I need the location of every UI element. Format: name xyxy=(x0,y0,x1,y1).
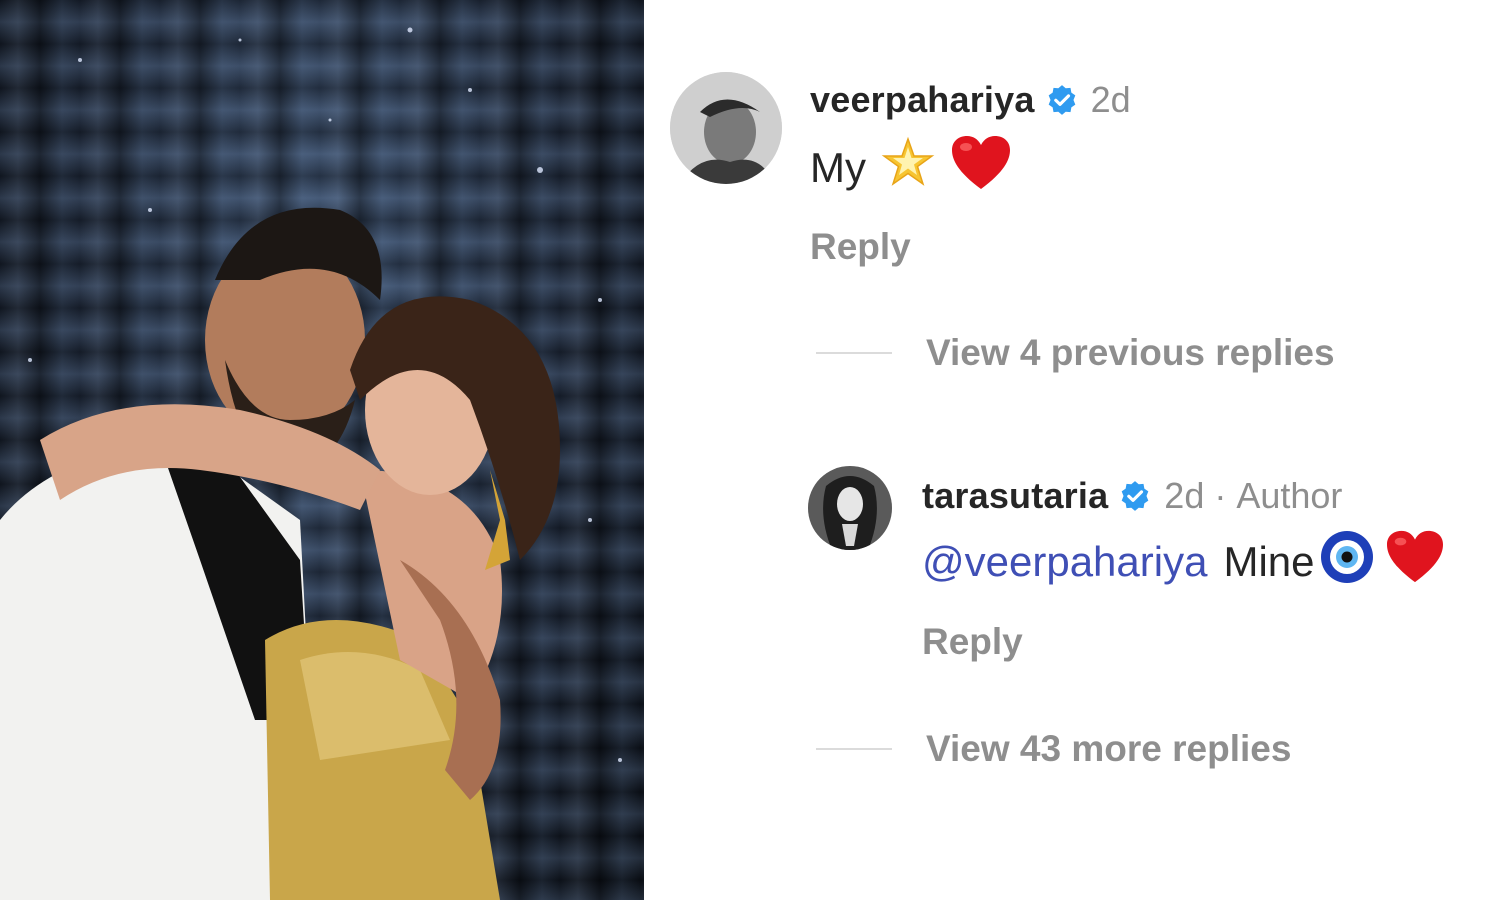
reply-button[interactable]: Reply xyxy=(922,621,1023,663)
nazar-amulet-icon xyxy=(1319,529,1375,595)
comments-panel: veerpahariya 2d My Reply View 4 previous… xyxy=(644,0,1500,900)
comment-body: My xyxy=(810,135,1012,201)
username[interactable]: tarasutaria xyxy=(922,475,1108,517)
avatar-photo xyxy=(808,466,892,550)
comment-text: My xyxy=(810,144,866,191)
avatar[interactable] xyxy=(670,72,782,184)
glowing-star-icon xyxy=(880,135,936,201)
username[interactable]: veerpahariya xyxy=(810,79,1035,121)
avatar-photo xyxy=(670,72,782,184)
comment-text: Mine xyxy=(1223,538,1315,585)
reply-button[interactable]: Reply xyxy=(810,226,911,268)
timestamp: 2d xyxy=(1164,475,1205,516)
author-badge: Author xyxy=(1236,475,1343,516)
red-heart-icon xyxy=(1385,529,1445,595)
couple-photo xyxy=(0,0,644,900)
view-more-replies-button[interactable]: View 43 more replies xyxy=(816,728,1291,770)
comment-header: veerpahariya 2d xyxy=(810,78,1131,122)
mention-link[interactable]: @veerpahariya xyxy=(922,538,1207,586)
view-previous-replies-label: View 4 previous replies xyxy=(926,332,1335,373)
view-more-replies-label: View 43 more replies xyxy=(926,728,1292,769)
red-heart-icon xyxy=(950,134,1012,202)
view-previous-replies-button[interactable]: View 4 previous replies xyxy=(816,332,1335,374)
divider xyxy=(816,352,892,354)
verified-badge-icon xyxy=(1048,85,1075,115)
comment-body: @veerpahariya Mine xyxy=(922,529,1445,595)
separator-dot: · xyxy=(1214,475,1227,516)
avatar[interactable] xyxy=(808,466,892,550)
verified-badge-icon xyxy=(1121,481,1149,511)
divider xyxy=(816,748,892,750)
couple-illustration xyxy=(0,27,622,900)
timestamp: 2d xyxy=(1090,79,1131,120)
comment-header: tarasutaria 2d · Author xyxy=(922,474,1342,518)
